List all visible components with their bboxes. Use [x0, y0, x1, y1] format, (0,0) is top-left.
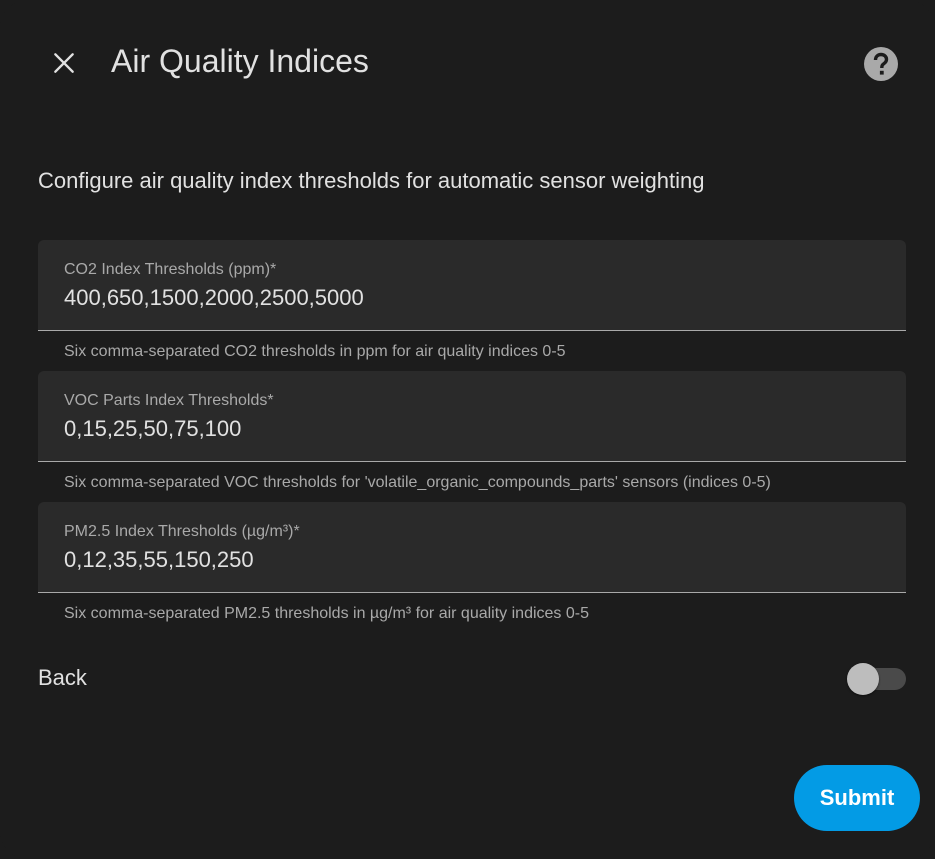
submit-button[interactable]: Submit	[794, 765, 920, 831]
close-button[interactable]	[40, 39, 88, 87]
co2-thresholds-input[interactable]	[64, 284, 884, 312]
help-button[interactable]	[858, 41, 904, 87]
help-circle-icon	[864, 47, 898, 81]
pm25-thresholds-label: PM2.5 Index Thresholds (µg/m³)*	[64, 523, 300, 540]
co2-thresholds-label: CO2 Index Thresholds (ppm)*	[64, 261, 277, 278]
voc-thresholds-label: VOC Parts Index Thresholds*	[64, 392, 274, 409]
pm25-thresholds-input[interactable]	[64, 546, 884, 574]
dialog-description: Configure air quality index thresholds f…	[38, 168, 705, 193]
voc-thresholds-field[interactable]: VOC Parts Index Thresholds*	[38, 371, 906, 462]
co2-thresholds-helper: Six comma-separated CO2 thresholds in pp…	[64, 343, 566, 360]
co2-thresholds-field[interactable]: CO2 Index Thresholds (ppm)*	[38, 240, 906, 331]
toggle-thumb	[847, 663, 879, 695]
dialog: Air Quality Indices Configure air qualit…	[0, 0, 935, 859]
back-toggle[interactable]	[846, 663, 908, 695]
voc-thresholds-helper: Six comma-separated VOC thresholds for '…	[64, 474, 771, 491]
dialog-title: Air Quality Indices	[111, 43, 369, 79]
back-label: Back	[38, 665, 87, 690]
pm25-thresholds-field[interactable]: PM2.5 Index Thresholds (µg/m³)*	[38, 502, 906, 593]
pm25-thresholds-helper: Six comma-separated PM2.5 thresholds in …	[64, 605, 589, 622]
voc-thresholds-input[interactable]	[64, 415, 884, 443]
close-icon	[54, 53, 74, 73]
